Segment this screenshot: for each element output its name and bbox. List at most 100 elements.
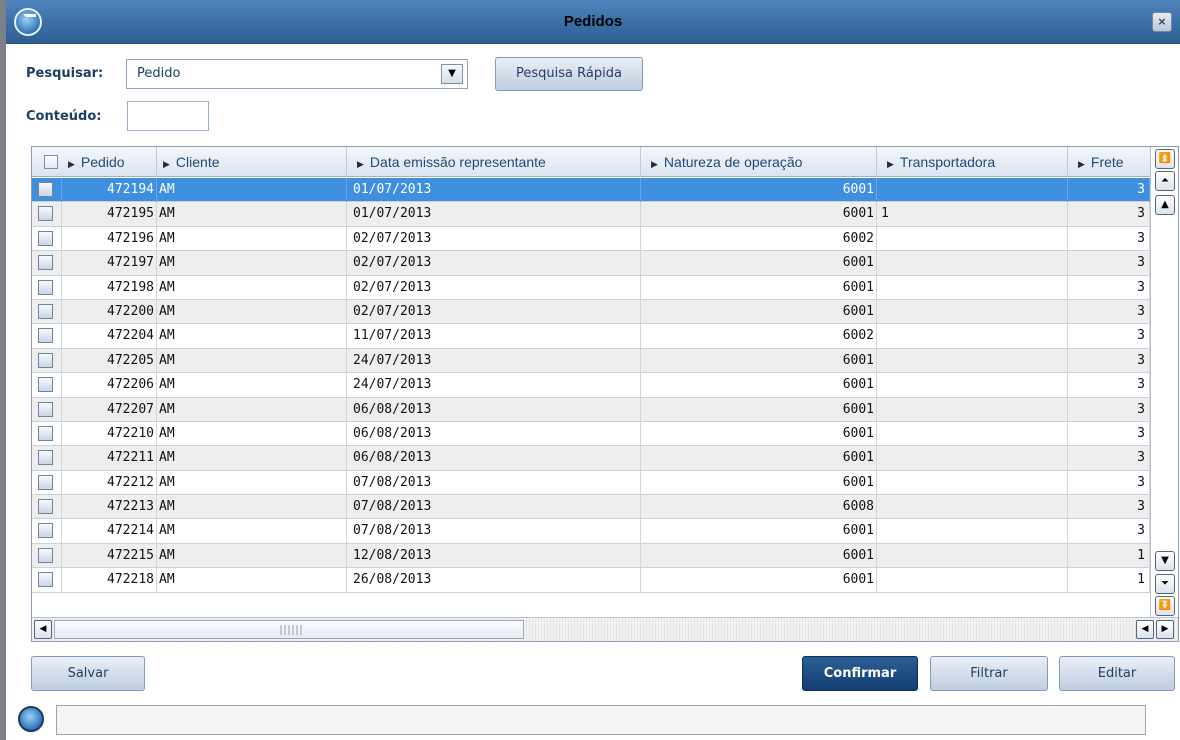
scroll-left-end-icon[interactable]: ◀ (1136, 620, 1154, 639)
column-header-cliente[interactable]: ▶ Cliente (157, 147, 347, 177)
vertical-scrollbar[interactable]: ⏫ ⏶ ▲ ▼ ⏷ ⏬ (1150, 147, 1178, 617)
confirm-button[interactable]: Confirmar (802, 656, 918, 691)
scroll-top-icon[interactable]: ⏫ (1155, 149, 1175, 169)
table-row[interactable]: 472194 AM 01/07/2013 6001 3 (32, 178, 1150, 203)
table-row[interactable]: 472213 AM 07/08/2013 6008 3 (32, 495, 1150, 520)
row-select-checkbox[interactable] (32, 446, 62, 471)
scroll-grip (280, 625, 302, 635)
row-checkbox[interactable] (38, 279, 53, 295)
row-checkbox[interactable] (38, 206, 53, 222)
quick-search-button[interactable]: Pesquisa Rápida (495, 57, 643, 91)
search-select[interactable]: Pedido ▼ (126, 59, 468, 89)
save-button[interactable]: Salvar (31, 656, 145, 691)
edit-button[interactable]: Editar (1059, 656, 1175, 691)
cell-transportadora (877, 373, 1068, 398)
row-checkbox[interactable] (38, 547, 53, 563)
cell-natureza: 6001 (641, 568, 877, 593)
scroll-up-icon[interactable]: ▲ (1155, 195, 1175, 215)
row-select-checkbox[interactable] (32, 226, 62, 251)
pedidos-window: Pedidos × Pesquisar: Pedido ▼ Pesquisa R… (0, 0, 1180, 740)
row-select-checkbox[interactable] (32, 178, 62, 202)
scroll-right-icon[interactable]: ▶ (1156, 620, 1174, 639)
table-row[interactable]: 472214 AM 07/08/2013 6001 3 (32, 519, 1150, 544)
cell-cliente: AM (157, 543, 347, 568)
row-checkbox[interactable] (38, 425, 53, 441)
row-select-checkbox[interactable] (32, 397, 62, 422)
table-row[interactable]: 472204 AM 11/07/2013 6002 3 (32, 324, 1150, 349)
row-checkbox[interactable] (38, 377, 53, 393)
row-checkbox[interactable] (38, 499, 53, 515)
row-checkbox[interactable] (38, 572, 53, 588)
cell-cliente: AM (157, 299, 347, 324)
table-row[interactable]: 472198 AM 02/07/2013 6001 3 (32, 275, 1150, 300)
table-row[interactable]: 472196 AM 02/07/2013 6002 3 (32, 226, 1150, 252)
column-header-data-emissao[interactable]: ▶ Data emissão representante (347, 147, 641, 177)
table-row[interactable]: 472206 AM 24/07/2013 6001 3 (32, 373, 1150, 398)
row-select-checkbox[interactable] (32, 543, 62, 568)
row-select-checkbox[interactable] (32, 568, 62, 593)
table-row[interactable]: 472215 AM 12/08/2013 6001 1 (32, 543, 1150, 569)
horizontal-scrollbar[interactable]: ◀ ◀ ▶ (32, 617, 1178, 641)
column-header-frete[interactable]: ▶ Frete (1068, 147, 1150, 177)
horizontal-scroll-thumb[interactable] (54, 620, 524, 639)
row-select-checkbox[interactable] (32, 202, 62, 227)
cell-data-emissao: 07/08/2013 (347, 519, 641, 544)
cell-data-emissao: 12/08/2013 (347, 543, 641, 568)
scroll-left-icon[interactable]: ◀ (34, 620, 52, 639)
column-header-pedido[interactable]: ▶ Pedido (62, 147, 157, 177)
column-header-transportadora[interactable]: ▶ Transportadora (877, 147, 1068, 177)
table-row[interactable]: 472212 AM 07/08/2013 6001 3 (32, 470, 1150, 496)
row-checkbox[interactable] (38, 303, 53, 319)
search-select-value: Pedido (137, 66, 181, 81)
row-checkbox[interactable] (38, 523, 53, 539)
grid-body: 472194 AM 01/07/2013 6001 3 472195 AM 01/07/201… (32, 178, 1150, 593)
orders-grid: ▶ Pedido ▶ Cliente ▶ Data emissão represent… (31, 146, 1179, 642)
table-row[interactable]: 472197 AM 02/07/2013 6001 3 (32, 251, 1150, 276)
cell-data-emissao: 06/08/2013 (347, 421, 641, 446)
header-select-all[interactable] (32, 147, 62, 177)
close-icon[interactable]: × (1152, 12, 1172, 32)
table-row[interactable]: 472211 AM 06/08/2013 6001 3 (32, 446, 1150, 471)
table-row[interactable]: 472218 AM 26/08/2013 6001 1 (32, 568, 1150, 593)
cell-frete: 3 (1068, 178, 1150, 202)
row-checkbox[interactable] (38, 328, 53, 344)
row-checkbox[interactable] (38, 182, 53, 197)
row-select-checkbox[interactable] (32, 470, 62, 495)
title-bar[interactable]: Pedidos × (6, 0, 1180, 44)
row-checkbox[interactable] (38, 450, 53, 466)
row-select-checkbox[interactable] (32, 251, 62, 276)
row-select-checkbox[interactable] (32, 324, 62, 349)
cell-frete: 3 (1068, 495, 1150, 520)
table-row[interactable]: 472205 AM 24/07/2013 6001 3 (32, 348, 1150, 374)
row-checkbox[interactable] (38, 255, 53, 271)
row-checkbox[interactable] (38, 474, 53, 490)
table-row[interactable]: 472210 AM 06/08/2013 6001 3 (32, 421, 1150, 447)
cell-pedido: 472212 (62, 470, 157, 495)
cell-transportadora (877, 178, 1068, 202)
table-row[interactable]: 472207 AM 06/08/2013 6001 3 (32, 397, 1150, 422)
row-select-checkbox[interactable] (32, 275, 62, 300)
row-select-checkbox[interactable] (32, 348, 62, 373)
table-row[interactable]: 472195 AM 01/07/2013 6001 1 3 (32, 202, 1150, 227)
select-all-checkbox[interactable] (44, 155, 58, 169)
scroll-page-up-icon[interactable]: ⏶ (1155, 171, 1175, 191)
scroll-down-icon[interactable]: ▼ (1155, 551, 1175, 571)
column-header-natureza[interactable]: ▶ Natureza de operação (641, 147, 877, 177)
row-checkbox[interactable] (38, 401, 53, 417)
filter-button[interactable]: Filtrar (930, 656, 1048, 691)
row-select-checkbox[interactable] (32, 495, 62, 520)
scroll-bottom-icon[interactable]: ⏬ (1155, 596, 1175, 616)
row-select-checkbox[interactable] (32, 519, 62, 544)
scroll-page-down-icon[interactable]: ⏷ (1155, 574, 1175, 594)
dropdown-arrow-icon[interactable]: ▼ (441, 64, 463, 84)
table-row[interactable]: 472200 AM 02/07/2013 6001 3 (32, 299, 1150, 325)
row-checkbox[interactable] (38, 352, 53, 368)
row-select-checkbox[interactable] (32, 421, 62, 446)
row-checkbox[interactable] (38, 230, 53, 246)
cell-transportadora (877, 251, 1068, 276)
cell-cliente: AM (157, 226, 347, 251)
row-select-checkbox[interactable] (32, 299, 62, 324)
content-input[interactable] (127, 101, 209, 131)
cell-data-emissao: 06/08/2013 (347, 397, 641, 422)
row-select-checkbox[interactable] (32, 373, 62, 398)
